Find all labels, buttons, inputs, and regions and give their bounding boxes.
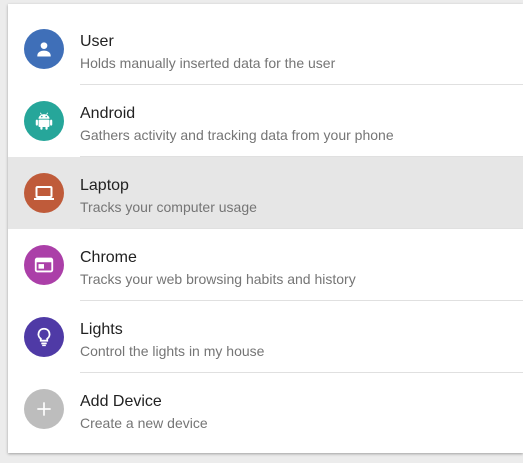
device-row-laptop[interactable]: Laptop Tracks your computer usage <box>8 157 523 229</box>
device-list: User Holds manually inserted data for th… <box>8 13 523 445</box>
device-title: Add Device <box>80 393 162 410</box>
device-title: Lights <box>80 321 123 338</box>
device-list-card: User Holds manually inserted data for th… <box>8 4 523 453</box>
device-row-lights[interactable]: Lights Control the lights in my house <box>8 301 523 373</box>
chrome-avatar <box>24 245 64 285</box>
device-title: Android <box>80 105 136 122</box>
device-title: User <box>80 33 114 50</box>
add-device-avatar <box>24 389 64 429</box>
device-row-user[interactable]: User Holds manually inserted data for th… <box>8 13 523 85</box>
user-avatar <box>24 29 64 69</box>
device-subtitle: Create a new device <box>80 415 208 431</box>
device-row-chrome[interactable]: Chrome Tracks your web browsing habits a… <box>8 229 523 301</box>
device-subtitle: Gathers activity and tracking data from … <box>80 127 394 143</box>
device-title: Chrome <box>80 249 137 266</box>
android-icon <box>35 112 53 130</box>
device-title: Laptop <box>80 177 129 194</box>
device-subtitle: Control the lights in my house <box>80 343 265 359</box>
android-avatar <box>24 101 64 141</box>
add-icon <box>37 402 51 416</box>
laptop-avatar <box>24 173 64 213</box>
lights-avatar <box>24 317 64 357</box>
device-subtitle: Tracks your web browsing habits and hist… <box>80 271 356 287</box>
browser-window-icon <box>34 257 54 273</box>
device-row-android[interactable]: Android Gathers activity and tracking da… <box>8 85 523 157</box>
lightbulb-icon <box>37 327 51 347</box>
device-subtitle: Tracks your computer usage <box>80 199 257 215</box>
device-subtitle: Holds manually inserted data for the use… <box>80 55 336 71</box>
person-icon <box>37 42 51 57</box>
add-device-row[interactable]: Add Device Create a new device <box>8 373 523 445</box>
laptop-icon <box>34 186 54 200</box>
